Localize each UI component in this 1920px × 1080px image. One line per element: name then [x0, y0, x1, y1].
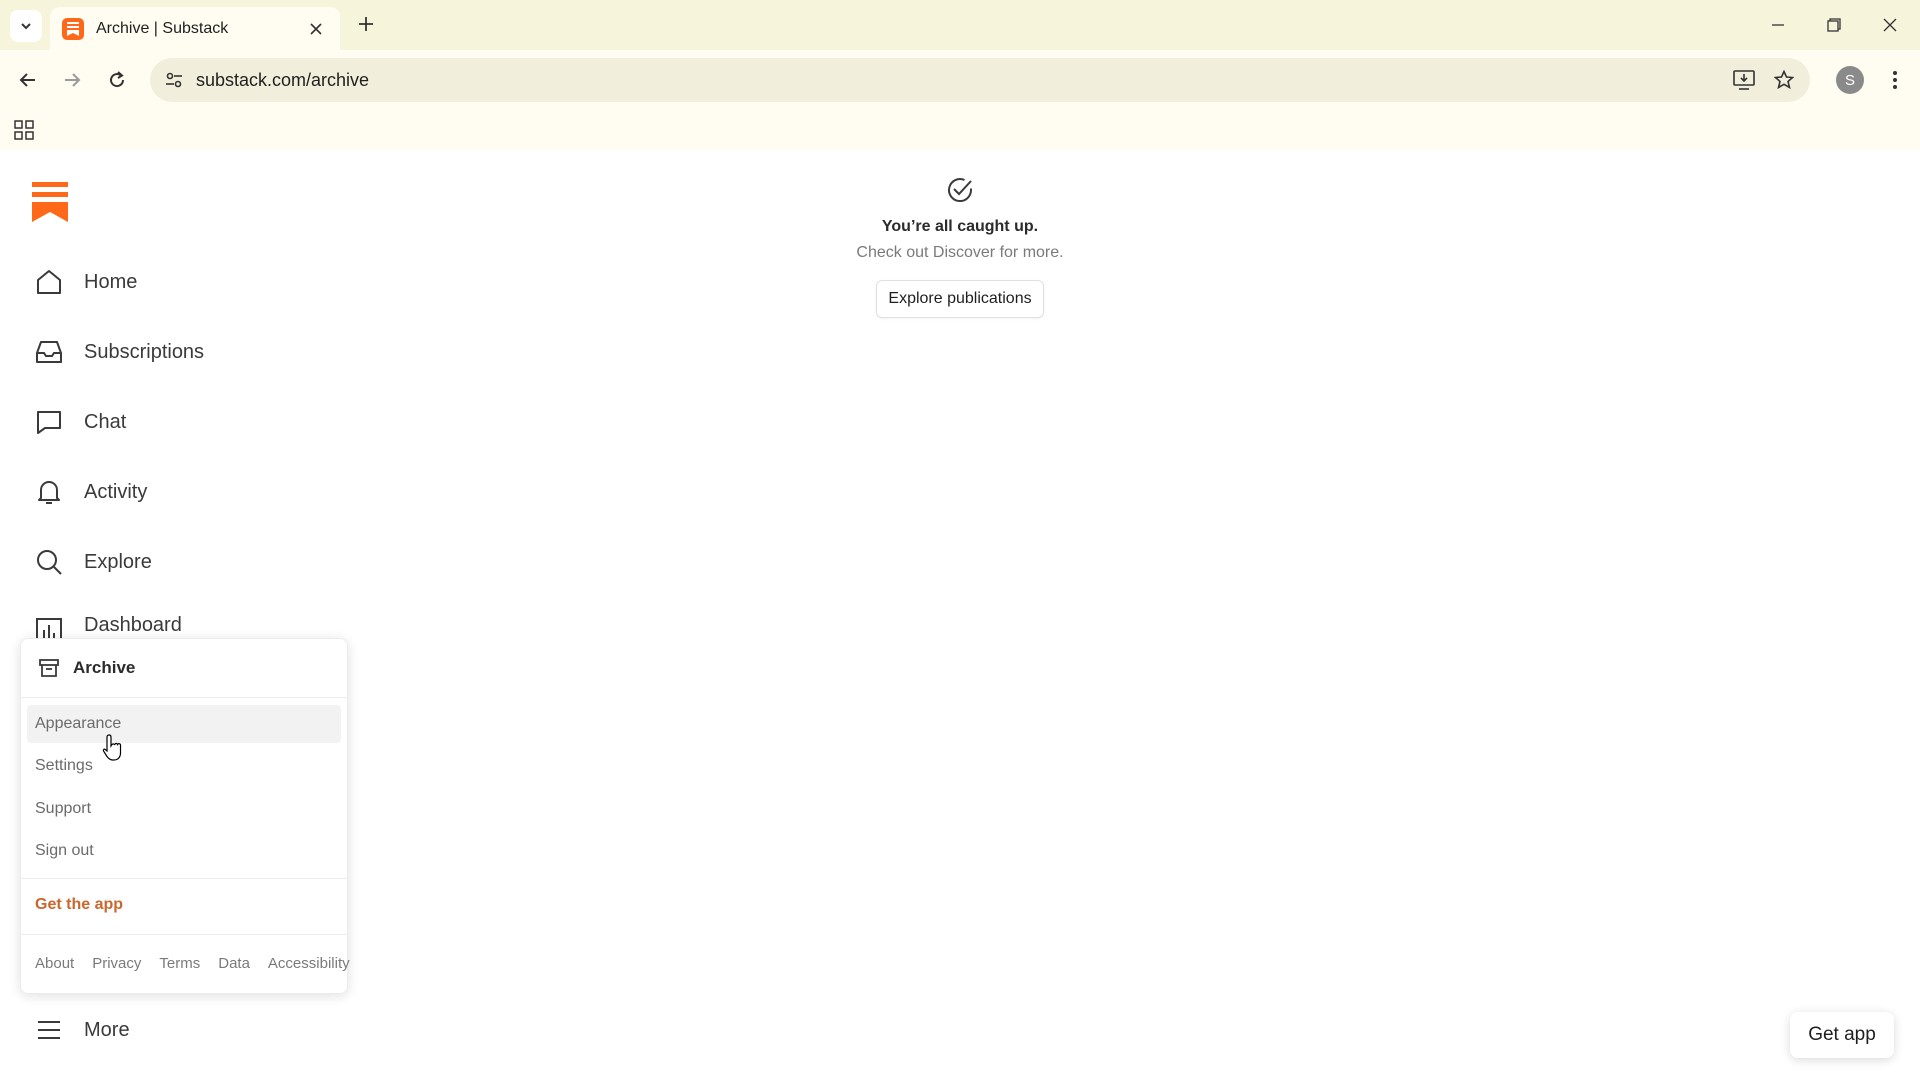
reload-button[interactable] [101, 64, 133, 96]
tab-search-button[interactable] [10, 10, 42, 42]
explore-publications-button[interactable]: Explore publications [876, 280, 1044, 318]
empty-state: You’re all caught up. Check out Discover… [820, 174, 1100, 318]
new-tab-button[interactable] [354, 12, 378, 36]
menu-item-settings[interactable]: Settings [27, 747, 341, 785]
site-info-button[interactable] [160, 66, 188, 94]
menu-item-sign-out[interactable]: Sign out [27, 832, 341, 870]
home-icon [32, 265, 66, 299]
sidebar-item-label: Explore [84, 550, 152, 573]
sidebar-item-label: Activity [84, 480, 148, 503]
install-icon [1733, 70, 1755, 90]
bookmarks-bar [0, 110, 1920, 150]
browser-toolbar: substack.com/archive S [0, 50, 1920, 110]
footer-link-about[interactable]: About [35, 955, 74, 975]
minimize-icon [1772, 24, 1784, 26]
empty-state-title: You’re all caught up. [881, 218, 1039, 235]
empty-state-subtitle: Check out Discover for more. [856, 244, 1064, 261]
mouse-cursor-icon [102, 734, 122, 761]
tab-strip: Archive | Substack [0, 0, 1920, 50]
browser-tab[interactable]: Archive | Substack [50, 7, 340, 50]
profile-avatar-button[interactable]: S [1836, 66, 1864, 94]
sidebar-item-label: Subscriptions [84, 340, 205, 363]
footer-link-privacy[interactable]: Privacy [92, 955, 141, 975]
dropdown-footer-links: About Privacy Terms Data Accessibility [35, 955, 368, 975]
inbox-icon [32, 335, 66, 369]
tab-close-button[interactable] [304, 17, 328, 41]
arrow-left-icon [19, 73, 35, 87]
star-icon [1774, 70, 1794, 90]
apps-button[interactable] [12, 118, 36, 142]
tune-icon [166, 72, 182, 88]
chat-icon [32, 405, 66, 439]
arrow-right-icon [65, 73, 81, 87]
sidebar-item-label: Dashboard [84, 614, 182, 636]
sidebar-item-label: More [84, 1018, 130, 1041]
menu-item-support[interactable]: Support [27, 790, 341, 828]
forward-button[interactable] [56, 64, 88, 96]
sidebar-item-explore[interactable]: Explore [32, 542, 152, 582]
restore-button[interactable] [1814, 10, 1854, 40]
search-icon [32, 545, 66, 579]
close-icon [1883, 18, 1897, 32]
sidebar-item-home[interactable]: Home [32, 262, 137, 302]
kebab-menu-icon [1893, 71, 1897, 89]
address-bar[interactable]: substack.com/archive [150, 58, 1810, 102]
check-circle-icon [944, 174, 976, 206]
url-text[interactable]: substack.com/archive [196, 58, 369, 102]
plus-icon [359, 17, 373, 31]
more-dropdown-menu: Archive Appearance Settings Support Sign… [20, 638, 350, 994]
sidebar-item-subscriptions[interactable]: Subscriptions [32, 332, 204, 372]
back-button[interactable] [12, 64, 44, 96]
close-window-button[interactable] [1870, 10, 1910, 40]
footer-link-data[interactable]: Data [218, 955, 250, 975]
divider [21, 697, 347, 698]
footer-link-terms[interactable]: Terms [159, 955, 200, 975]
minimize-button[interactable] [1758, 10, 1798, 40]
sidebar-item-label: Home [84, 270, 138, 293]
divider [21, 878, 347, 879]
bookmark-star-button[interactable] [1770, 66, 1798, 94]
substack-favicon-icon [62, 17, 84, 40]
archive-icon [39, 659, 59, 677]
substack-logo-icon[interactable] [32, 182, 68, 222]
browser-menu-button[interactable] [1880, 64, 1910, 96]
divider [21, 934, 347, 935]
menu-item-archive[interactable]: Archive [21, 639, 347, 697]
close-icon [310, 22, 322, 35]
tab-title: Archive | Substack [96, 19, 229, 37]
menu-item-get-the-app[interactable]: Get the app [27, 886, 341, 924]
hamburger-menu-icon [32, 1013, 66, 1047]
grid-icon [14, 120, 34, 140]
reload-icon [110, 71, 125, 88]
footer-link-accessibility[interactable]: Accessibility [268, 955, 350, 975]
menu-item-appearance[interactable]: Appearance [27, 705, 341, 743]
bell-icon [32, 475, 66, 509]
sidebar-item-more[interactable]: More [32, 1010, 130, 1050]
chevron-down-icon [21, 23, 31, 30]
get-app-button[interactable]: Get app [1790, 1012, 1894, 1058]
page-content: Home Subscriptions Chat Activity Explore… [0, 150, 1920, 1080]
menu-item-label: Archive [73, 658, 136, 677]
sidebar-item-chat[interactable]: Chat [32, 402, 126, 442]
sidebar-item-activity[interactable]: Activity [32, 472, 147, 512]
sidebar-item-label: Chat [84, 410, 127, 433]
restore-icon [1827, 18, 1841, 32]
browser-chrome: Archive | Substack substack.com/archive … [0, 0, 1920, 150]
install-app-button[interactable] [1730, 66, 1758, 94]
